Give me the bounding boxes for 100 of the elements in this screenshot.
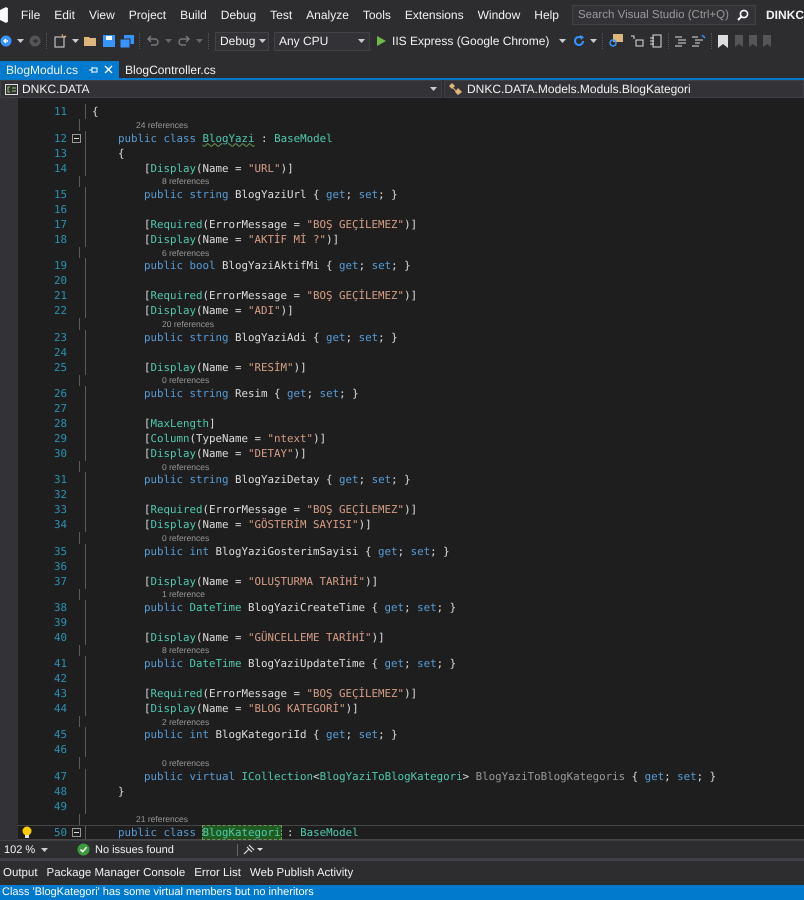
menu-item[interactable]: View [82, 8, 122, 22]
menu-item[interactable]: Tools [356, 8, 398, 22]
code-line: [Display(Name = "RESİM")] [143, 360, 307, 374]
line-number: 41 [54, 657, 66, 670]
line-number: 48 [54, 784, 66, 798]
caret-icon[interactable] [17, 39, 24, 43]
brush-icon[interactable] [242, 844, 263, 855]
line-number: 29 [54, 432, 66, 445]
back-icon[interactable] [0, 35, 12, 47]
code-line: [Display(Name = "GÖSTERİM SAYISI")] [143, 518, 372, 532]
account-name[interactable]: DINKC [766, 8, 804, 22]
codelens-references[interactable]: 2 references [162, 716, 210, 727]
file-tab[interactable]: BlogController.cs [119, 61, 222, 78]
code-line: public class BlogKategori : BaseModel [117, 826, 359, 839]
issues-status[interactable]: No issues found [95, 844, 174, 856]
caret-icon[interactable] [259, 39, 266, 43]
search-field[interactable]: Search Visual Studio (Ctrl+Q) [572, 5, 756, 25]
line-number: 19 [54, 259, 66, 272]
undo-icon[interactable] [146, 35, 160, 47]
menu-item[interactable]: Project [122, 8, 174, 22]
line-number: 47 [54, 770, 66, 783]
lightbulb-icon[interactable] [22, 826, 32, 839]
line-number: 50 [54, 826, 66, 839]
find-icon[interactable] [609, 34, 626, 48]
refresh-icon[interactable] [573, 35, 586, 47]
menu-item[interactable]: Debug [214, 8, 264, 22]
caret-icon[interactable] [590, 39, 598, 43]
code-line: [Display(Name = "URL")] [143, 162, 294, 175]
bookmark-icon[interactable] [718, 34, 728, 48]
code-line: [Display(Name = "AKTİF Mİ ?")] [143, 233, 340, 246]
code-line: public DateTime BlogYaziCreateTime { get; set; } [143, 600, 456, 614]
zoom-dropdown[interactable]: 102 % [0, 844, 52, 856]
menu-item[interactable]: Test [263, 8, 300, 22]
codelens-references[interactable]: 0 references [162, 532, 210, 543]
line-number: 20 [54, 274, 66, 288]
configuration-dropdown[interactable]: Debug [215, 32, 269, 50]
line-number: 30 [54, 446, 66, 460]
code-line: public int BlogKategoriId { get; set; } [143, 728, 398, 742]
codelens-references[interactable]: 20 references [162, 318, 214, 329]
caret-icon[interactable] [430, 87, 437, 91]
codelens-references[interactable]: 24 references [136, 120, 188, 130]
platform-dropdown[interactable]: Any CPU [274, 32, 370, 50]
line-number: 11 [54, 105, 66, 118]
panel-tab[interactable]: Package Manager Console [46, 867, 186, 879]
run-button[interactable]: IIS Express (Google Chrome) [375, 34, 568, 48]
uncomment-icon[interactable] [692, 35, 706, 47]
save-all-icon[interactable] [120, 34, 134, 48]
open-folder-icon[interactable] [84, 35, 98, 47]
project-dropdown[interactable]: DNKC.DATA [0, 80, 442, 98]
menu-item[interactable]: Analyze [299, 8, 356, 22]
caret-icon[interactable] [41, 848, 48, 852]
code-line: [Display(Name = "GÜNCELLEME TARİHİ")] [143, 630, 385, 644]
redo-icon[interactable] [177, 35, 191, 47]
line-number: 42 [54, 672, 66, 686]
check-circle-icon [77, 843, 90, 856]
type-dropdown[interactable]: DNKC.DATA.Models.Moduls.BlogKategori [444, 80, 804, 98]
codelens-references[interactable]: 0 references [162, 462, 210, 472]
codelens-references[interactable]: 21 references [136, 814, 188, 824]
document-icon[interactable] [649, 34, 664, 48]
save-icon[interactable] [103, 35, 115, 47]
new-project-icon[interactable] [53, 34, 67, 48]
line-number: 36 [54, 560, 66, 573]
file-tab[interactable]: BlogModul.cs [0, 61, 120, 78]
close-icon[interactable] [104, 65, 114, 74]
caret-icon[interactable] [559, 39, 566, 43]
code-line: public DateTime BlogYaziUpdateTime { get; set; } [143, 657, 456, 670]
menu-item[interactable]: Edit [47, 8, 82, 22]
menu-item[interactable]: File [14, 8, 48, 22]
status-message: Class 'BlogKategori' has some virtual members but no inheritors [1, 886, 314, 899]
collapse-icon[interactable] [72, 134, 81, 143]
panel-tab[interactable]: Web Publish Activity [250, 867, 354, 879]
caret-icon[interactable] [358, 39, 365, 43]
line-number: 17 [54, 218, 66, 232]
line-number: 44 [54, 702, 66, 716]
code-line: [MaxLength] [143, 416, 216, 430]
caret-icon[interactable] [72, 39, 79, 43]
codelens-references[interactable]: 6 references [162, 248, 210, 258]
codelens-references[interactable]: 8 references [162, 176, 210, 186]
line-number: 49 [54, 800, 66, 813]
class-icon [449, 83, 463, 95]
line-number: 34 [54, 518, 66, 532]
codelens-references[interactable]: 1 reference [162, 589, 205, 600]
menu-item[interactable]: Extensions [398, 8, 471, 22]
codelens-references[interactable]: 0 references [162, 758, 210, 768]
line-number: 23 [54, 330, 66, 344]
codelens-references[interactable]: 8 references [162, 645, 210, 656]
line-number: 27 [54, 402, 66, 415]
pin-icon[interactable] [88, 64, 98, 74]
menu-item[interactable]: Help [527, 8, 566, 22]
collapse-icon[interactable] [72, 828, 81, 837]
panel-tab[interactable]: Output [3, 867, 38, 879]
line-number: 21 [54, 289, 66, 302]
menu-item[interactable]: Window [470, 8, 528, 22]
line-number: 33 [54, 503, 66, 516]
code-line: { [117, 146, 125, 160]
comment-icon[interactable] [675, 35, 688, 47]
codelens-references[interactable]: 0 references [162, 375, 210, 386]
panel-tab[interactable]: Error List [194, 867, 241, 879]
menu-item[interactable]: Build [173, 8, 214, 22]
code-line: [Required(ErrorMessage = "BOŞ GEÇİLEMEZ")] [143, 503, 418, 516]
